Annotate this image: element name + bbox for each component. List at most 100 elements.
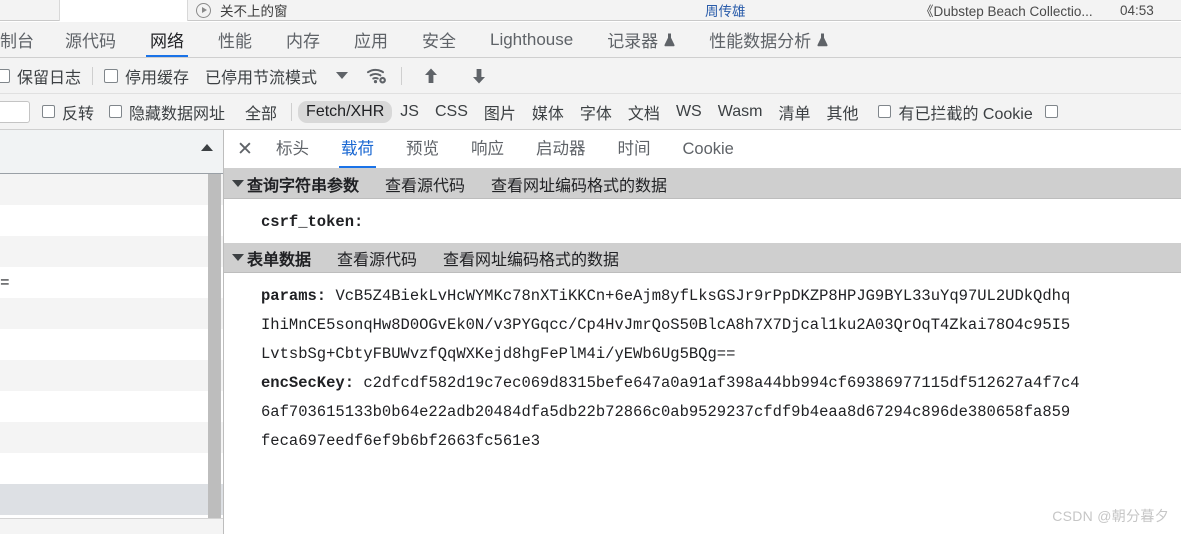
tab-memory-label: 内存	[286, 32, 320, 51]
request-list-scrollbar[interactable]	[208, 174, 221, 524]
filter-type-other[interactable]: 其他	[818, 98, 866, 126]
table-row[interactable]: =	[0, 267, 223, 298]
request-row-marker: =	[0, 274, 10, 292]
tab-console[interactable]: 制台	[0, 22, 48, 57]
form-data-params: params: VcB5Z4BiekLvHcWYMKc78nXTiKKCn+6e…	[224, 273, 1181, 462]
tab-initiator[interactable]: 启动器	[520, 130, 602, 168]
close-icon[interactable]: ✕	[230, 138, 260, 161]
filter-type-js[interactable]: JS	[392, 101, 427, 123]
filter-type-fetch-xhr[interactable]: Fetch/XHR	[298, 100, 393, 123]
view-source-link[interactable]: 查看源代码	[337, 246, 417, 270]
view-source-link[interactable]: 查看源代码	[385, 172, 465, 196]
param-value-continuation: LvtsbSg+CbtyFBUWvzfQqWXKejd8hgFePlM4i/yE…	[261, 345, 736, 363]
view-urlencoded-link[interactable]: 查看网址编码格式的数据	[491, 172, 667, 196]
preserve-log-checkbox[interactable]	[0, 68, 10, 83]
tab-memory[interactable]: 内存	[269, 22, 337, 57]
filter-type-media[interactable]: 媒体	[524, 98, 572, 126]
filter-input[interactable]	[0, 100, 30, 123]
toolbar-divider	[92, 66, 94, 85]
blocked-requests-checkbox[interactable]	[1044, 105, 1058, 118]
player-song-title: 关不上的窗	[220, 4, 288, 19]
filter-type-css[interactable]: CSS	[427, 101, 476, 123]
request-list[interactable]: =	[0, 130, 224, 534]
player-album[interactable]: 《Dubstep Beach Collectio...	[920, 0, 1093, 20]
filter-type-doc[interactable]: 文档	[620, 98, 668, 126]
filter-type-wasm[interactable]: Wasm	[710, 101, 771, 123]
tab-lighthouse[interactable]: Lighthouse	[473, 22, 590, 57]
param-value-continuation: 6af703615133b0b64e22adb20484dfa5db22b728…	[261, 403, 1071, 421]
tab-cookies[interactable]: Cookie	[667, 130, 750, 168]
hide-data-urls-checkbox[interactable]	[109, 105, 123, 118]
player-white-segment	[60, 0, 188, 21]
chevron-down-icon[interactable]	[336, 72, 349, 79]
tab-performance-label: 性能	[218, 32, 252, 51]
table-row[interactable]	[0, 360, 223, 391]
filter-type-font[interactable]: 字体	[572, 98, 620, 126]
invert-checkbox[interactable]	[42, 105, 55, 118]
tab-console-label: 制台	[0, 32, 34, 51]
table-row-selected[interactable]	[0, 484, 223, 515]
play-icon[interactable]	[196, 2, 211, 18]
upload-arrow-icon[interactable]	[418, 64, 444, 88]
blocked-cookies-label[interactable]: 有已拦截的 Cookie	[898, 100, 1032, 124]
param-key: csrf_token:	[261, 213, 364, 231]
tab-application[interactable]: 应用	[337, 22, 405, 57]
tab-performance[interactable]: 性能	[201, 22, 269, 57]
query-string-section-title: 查询字符串参数	[247, 177, 360, 195]
hide-data-urls-label[interactable]: 隐藏数据网址	[129, 100, 225, 124]
music-player-bar: 关不上的窗 周传雄 《Dubstep Beach Collectio... 04…	[0, 0, 1181, 21]
filter-type-all[interactable]: 全部	[237, 98, 285, 126]
table-row[interactable]	[0, 422, 223, 453]
tab-security[interactable]: 安全	[405, 22, 473, 57]
filter-type-img[interactable]: 图片	[476, 98, 524, 126]
param-row: csrf_token:	[224, 208, 1181, 237]
tab-performance-insights-label: 性能数据分析	[709, 32, 812, 51]
table-row[interactable]	[0, 453, 223, 484]
disable-cache-checkbox[interactable]	[104, 68, 119, 83]
throttling-select-label[interactable]: 已停用节流模式	[205, 64, 317, 88]
form-data-section-header[interactable]: 表单数据 查看源代码 查看网址编码格式的数据	[224, 243, 1181, 273]
wifi-gear-icon[interactable]	[364, 64, 390, 88]
table-row[interactable]	[0, 205, 223, 236]
tab-recorder[interactable]: 记录器	[590, 22, 692, 57]
table-row[interactable]	[0, 329, 223, 360]
table-row[interactable]	[0, 298, 223, 329]
blocked-cookies-checkbox[interactable]	[878, 105, 892, 118]
tab-payload[interactable]: 载荷	[325, 130, 390, 168]
preserve-log-label[interactable]: 保留日志	[17, 64, 81, 88]
request-list-header	[0, 130, 223, 174]
tab-sources[interactable]: 源代码	[48, 22, 133, 57]
devtools-panel-tabs: 制台 源代码 网络 性能 内存 应用 安全 Lighthouse 记录器 性能数…	[0, 22, 1181, 58]
table-row[interactable]	[0, 236, 223, 267]
table-row[interactable]	[0, 391, 223, 422]
invert-label[interactable]: 反转	[62, 100, 94, 124]
param-key: params:	[261, 287, 327, 305]
param-row: params: VcB5Z4BiekLvHcWYMKc78nXTiKKCn+6e…	[224, 282, 1181, 311]
query-string-section-header[interactable]: 查询字符串参数 查看源代码 查看网址编码格式的数据	[224, 169, 1181, 199]
flask-icon	[664, 33, 675, 47]
triangle-down-icon[interactable]	[232, 254, 244, 261]
network-filter-bar: 反转 隐藏数据网址 全部 Fetch/XHR JS CSS 图片 媒体 字体 文…	[0, 94, 1181, 130]
tab-sources-label: 源代码	[65, 32, 116, 51]
view-urlencoded-link[interactable]: 查看网址编码格式的数据	[443, 246, 619, 270]
sort-ascending-icon[interactable]	[201, 144, 213, 151]
disable-cache-label[interactable]: 停用缓存	[125, 64, 189, 88]
param-value: VcB5Z4BiekLvHcWYMKc78nXTiKKCn+6eAjm8yfLk…	[335, 287, 1071, 305]
tab-timing[interactable]: 时间	[602, 130, 667, 168]
filter-type-manifest[interactable]: 清单	[770, 98, 818, 126]
tab-network[interactable]: 网络	[133, 22, 201, 57]
table-row[interactable]	[0, 174, 223, 205]
query-string-params: csrf_token:	[224, 199, 1181, 243]
triangle-down-icon[interactable]	[232, 180, 244, 187]
tab-preview[interactable]: 预览	[390, 130, 455, 168]
tab-performance-insights[interactable]: 性能数据分析	[692, 22, 845, 57]
tab-headers[interactable]: 标头	[260, 130, 325, 168]
devtools-screenshot: 关不上的窗 周传雄 《Dubstep Beach Collectio... 04…	[0, 0, 1181, 534]
param-key: encSecKey:	[261, 374, 355, 392]
tab-response[interactable]: 响应	[455, 130, 520, 168]
filter-type-ws[interactable]: WS	[668, 101, 710, 123]
player-artist[interactable]: 周传雄	[705, 0, 746, 20]
flask-icon	[817, 33, 828, 47]
request-list-footer	[0, 518, 223, 534]
download-arrow-icon[interactable]	[466, 64, 492, 88]
